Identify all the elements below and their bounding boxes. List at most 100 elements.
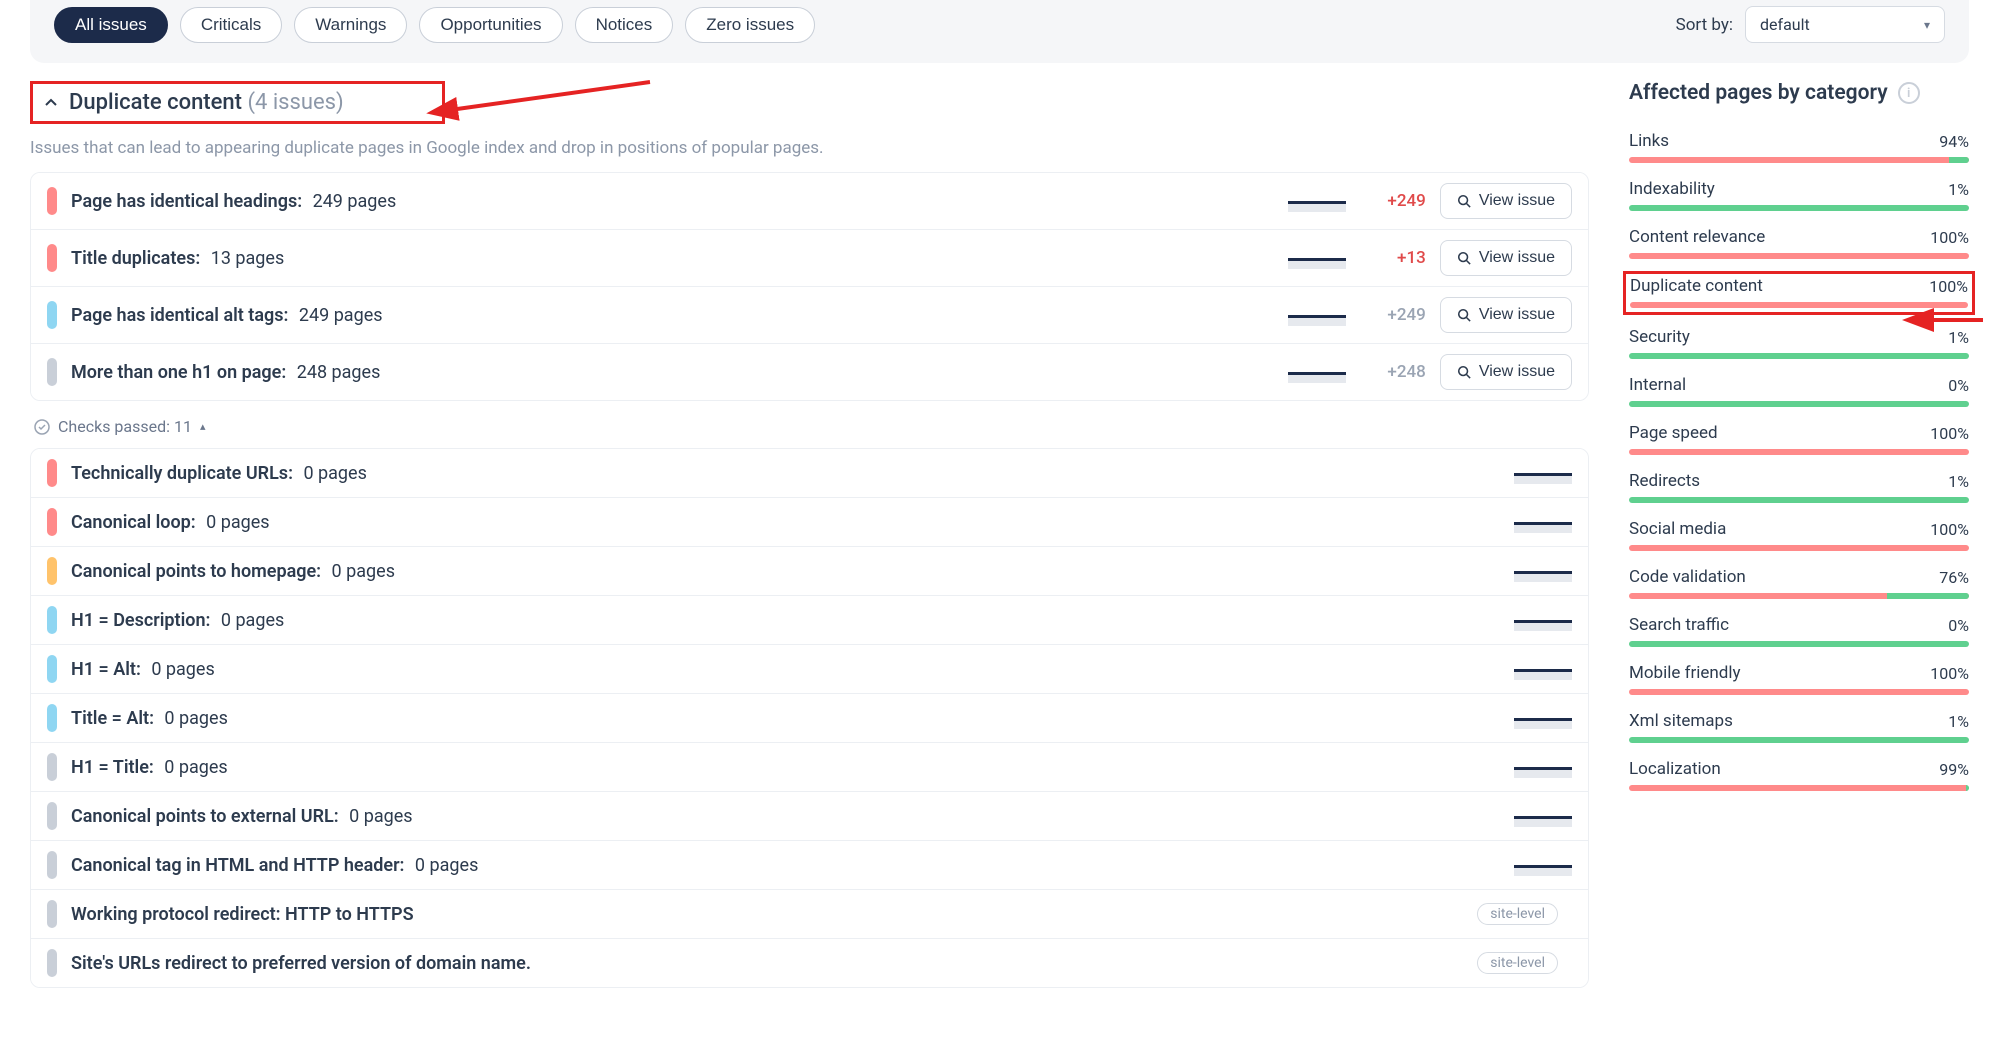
- category-row[interactable]: Duplicate content 100%: [1623, 271, 1975, 315]
- category-row[interactable]: Internal 0%: [1629, 371, 1969, 411]
- view-issue-button[interactable]: View issue: [1440, 240, 1572, 276]
- sparkline: [1288, 190, 1346, 212]
- chevron-down-icon: ▾: [1924, 18, 1930, 32]
- issue-title[interactable]: More than one h1 on page:: [71, 362, 286, 383]
- categories-title: Affected pages by category: [1629, 81, 1888, 105]
- info-icon[interactable]: i: [1898, 82, 1920, 104]
- passed-row: H1 = Description: 0 pages: [31, 596, 1588, 645]
- filter-pill[interactable]: Zero issues: [685, 7, 815, 43]
- severity-indicator: [47, 704, 57, 732]
- category-row[interactable]: Code validation 76%: [1629, 563, 1969, 603]
- issue-title[interactable]: Page has identical alt tags:: [71, 305, 288, 326]
- category-row[interactable]: Page speed 100%: [1629, 419, 1969, 459]
- categories-panel: Affected pages by category i Links 94% I…: [1629, 81, 1969, 988]
- issue-title[interactable]: H1 = Title:: [71, 757, 154, 778]
- issue-title[interactable]: Working protocol redirect: HTTP to HTTPS: [71, 904, 414, 925]
- severity-indicator: [47, 949, 57, 977]
- category-bar: [1629, 497, 1969, 503]
- category-row[interactable]: Localization 99%: [1629, 755, 1969, 795]
- sparkline: [1514, 462, 1572, 484]
- category-bar: [1629, 641, 1969, 647]
- issue-count: 249 pages: [308, 191, 396, 212]
- issue-title[interactable]: Canonical points to external URL:: [71, 806, 339, 827]
- issue-count: 0 pages: [202, 512, 270, 533]
- issue-title[interactable]: Canonical tag in HTML and HTTP header:: [71, 855, 404, 876]
- category-percent: 100%: [1930, 520, 1969, 539]
- passed-row: H1 = Title: 0 pages: [31, 743, 1588, 792]
- category-row[interactable]: Security 1%: [1629, 323, 1969, 363]
- category-percent: 0%: [1948, 616, 1969, 635]
- severity-indicator: [47, 606, 57, 634]
- category-row[interactable]: Social media 100%: [1629, 515, 1969, 555]
- passed-row: Canonical points to homepage: 0 pages: [31, 547, 1588, 596]
- site-level-badge: site-level: [1477, 903, 1558, 925]
- issue-title[interactable]: Page has identical headings:: [71, 191, 302, 212]
- filter-pill[interactable]: All issues: [54, 7, 168, 43]
- issue-row: Page has identical headings: 249 pages +…: [31, 173, 1588, 230]
- category-bar: [1630, 302, 1968, 308]
- category-row[interactable]: Xml sitemaps 1%: [1629, 707, 1969, 747]
- issue-count: 0 pages: [327, 561, 395, 582]
- section-heading[interactable]: Duplicate content (4 issues): [30, 81, 445, 124]
- view-issue-button[interactable]: View issue: [1440, 354, 1572, 390]
- search-icon: [1457, 194, 1471, 208]
- category-name: Mobile friendly: [1629, 663, 1741, 683]
- delta-value: +248: [1360, 362, 1426, 382]
- category-row[interactable]: Search traffic 0%: [1629, 611, 1969, 651]
- sparkline: [1514, 756, 1572, 778]
- category-name: Page speed: [1629, 423, 1718, 443]
- issue-count: 0 pages: [345, 806, 413, 827]
- sort-controls: Sort by: default ▾: [1676, 6, 1945, 43]
- issue-title[interactable]: Title = Alt:: [71, 708, 154, 729]
- sparkline: [1514, 854, 1572, 876]
- category-row[interactable]: Links 94%: [1629, 127, 1969, 167]
- checks-passed-toggle[interactable]: Checks passed: 11 ▴: [34, 417, 1589, 436]
- passed-row: Technically duplicate URLs: 0 pages: [31, 449, 1588, 498]
- issue-title[interactable]: Title duplicates:: [71, 248, 200, 269]
- issue-title[interactable]: Technically duplicate URLs:: [71, 463, 293, 484]
- category-name: Duplicate content: [1630, 276, 1763, 296]
- category-row[interactable]: Indexability 1%: [1629, 175, 1969, 215]
- sparkline: [1288, 304, 1346, 326]
- category-name: Social media: [1629, 519, 1726, 539]
- sparkline: [1288, 361, 1346, 383]
- category-bar: [1629, 205, 1969, 211]
- category-list: Links 94% Indexability 1% Content releva…: [1629, 127, 1969, 795]
- section-description: Issues that can lead to appearing duplic…: [30, 138, 1589, 158]
- issue-title[interactable]: H1 = Description:: [71, 610, 210, 631]
- category-row[interactable]: Content relevance 100%: [1629, 223, 1969, 263]
- category-percent: 100%: [1930, 424, 1969, 443]
- sort-select[interactable]: default ▾: [1745, 6, 1945, 43]
- filter-pill[interactable]: Notices: [575, 7, 674, 43]
- filter-pill[interactable]: Warnings: [294, 7, 407, 43]
- issue-title[interactable]: Canonical loop:: [71, 512, 196, 533]
- severity-indicator: [47, 557, 57, 585]
- view-issue-label: View issue: [1479, 306, 1555, 324]
- view-issue-label: View issue: [1479, 363, 1555, 381]
- severity-indicator: [47, 900, 57, 928]
- category-bar: [1629, 785, 1969, 791]
- delta-value: +13: [1360, 248, 1426, 268]
- issue-count: 0 pages: [410, 855, 478, 876]
- category-percent: 94%: [1939, 132, 1969, 151]
- search-icon: [1457, 365, 1471, 379]
- issue-title[interactable]: H1 = Alt:: [71, 659, 141, 680]
- category-row[interactable]: Mobile friendly 100%: [1629, 659, 1969, 699]
- view-issue-button[interactable]: View issue: [1440, 297, 1572, 333]
- category-percent: 1%: [1948, 328, 1969, 347]
- category-bar: [1629, 401, 1969, 407]
- category-name: Security: [1629, 327, 1690, 347]
- category-bar: [1629, 545, 1969, 551]
- issue-count: 248 pages: [292, 362, 380, 383]
- category-row[interactable]: Redirects 1%: [1629, 467, 1969, 507]
- filter-pill[interactable]: Opportunities: [419, 7, 562, 43]
- issue-row: Title duplicates: 13 pages +13 View issu…: [31, 230, 1588, 287]
- passed-row: Canonical loop: 0 pages: [31, 498, 1588, 547]
- filter-pill[interactable]: Criticals: [180, 7, 282, 43]
- view-issue-button[interactable]: View issue: [1440, 183, 1572, 219]
- issue-title[interactable]: Site's URLs redirect to preferred versio…: [71, 953, 531, 974]
- severity-indicator: [47, 187, 57, 215]
- category-percent: 100%: [1930, 664, 1969, 683]
- issue-title[interactable]: Canonical points to homepage:: [71, 561, 321, 582]
- sparkline: [1514, 560, 1572, 582]
